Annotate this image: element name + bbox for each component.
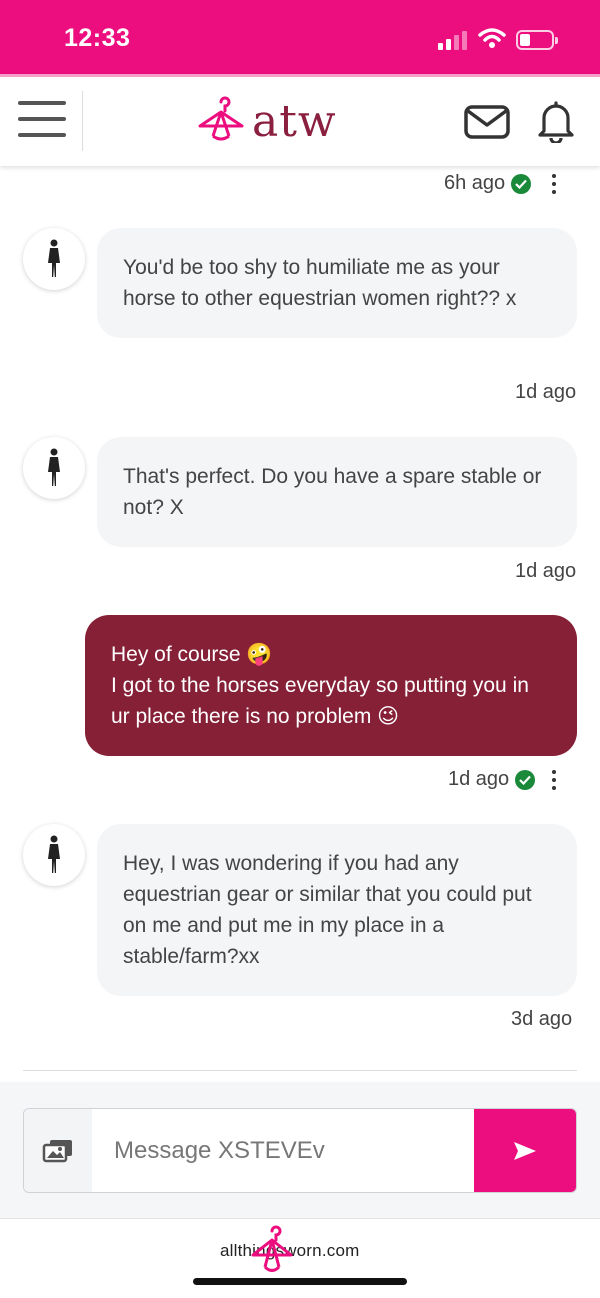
message-time: 6h ago bbox=[444, 172, 506, 194]
bell-icon[interactable] bbox=[536, 99, 576, 143]
message-time: 1d ago bbox=[515, 560, 577, 582]
cellular-signal-icon bbox=[438, 30, 468, 50]
message-options-icon[interactable] bbox=[551, 174, 557, 198]
status-bar: 12:33 bbox=[0, 0, 600, 74]
wifi-icon bbox=[478, 28, 506, 48]
message-meta: 6h ago bbox=[444, 172, 532, 195]
message-bubble-incoming: Hey, I was wondering if you had any eque… bbox=[97, 824, 577, 996]
send-arrow-icon bbox=[514, 1141, 536, 1160]
read-check-icon bbox=[515, 769, 536, 790]
header-divider bbox=[82, 91, 83, 151]
woman-figure-icon bbox=[48, 835, 60, 873]
app-header: atw bbox=[0, 74, 600, 166]
message-text: You'd be too shy to humiliate me as your… bbox=[123, 256, 517, 310]
hanger-logo-icon bbox=[198, 96, 244, 141]
message-text: Hey of course 🤪 I got to the horses ever… bbox=[111, 643, 529, 728]
message-time: 3d ago bbox=[511, 1008, 573, 1030]
chat-thread[interactable]: 6h ago You'd be too shy to humiliate me … bbox=[0, 166, 600, 1082]
avatar[interactable] bbox=[23, 824, 85, 886]
divider bbox=[23, 1070, 577, 1071]
woman-figure-icon bbox=[48, 239, 60, 277]
status-time: 12:33 bbox=[64, 24, 131, 52]
message-bubble-incoming: That's perfect. Do you have a spare stab… bbox=[97, 437, 577, 547]
send-button[interactable] bbox=[474, 1109, 576, 1192]
read-check-icon bbox=[511, 173, 532, 194]
site-logo[interactable]: atw bbox=[196, 93, 337, 149]
message-meta: 1d ago bbox=[448, 768, 536, 791]
message-options-icon[interactable] bbox=[551, 770, 557, 794]
home-indicator bbox=[193, 1278, 407, 1285]
hanger-logo-icon bbox=[251, 1225, 293, 1272]
battery-icon bbox=[516, 30, 558, 50]
menu-icon[interactable] bbox=[18, 101, 66, 141]
avatar[interactable] bbox=[23, 437, 85, 499]
message-text: Hey, I was wondering if you had any eque… bbox=[123, 852, 532, 968]
mail-icon[interactable] bbox=[464, 105, 510, 139]
message-bubble-outgoing: Hey of course 🤪 I got to the horses ever… bbox=[85, 615, 577, 756]
brand-wordmark: atw bbox=[252, 95, 337, 147]
footer-brand[interactable]: allthingsworn.com bbox=[220, 1225, 420, 1273]
message-bubble-incoming: You'd be too shy to humiliate me as your… bbox=[97, 228, 577, 338]
message-composer bbox=[23, 1108, 577, 1193]
scroll-fade bbox=[0, 1040, 600, 1082]
image-gallery-icon bbox=[42, 1139, 72, 1162]
message-time: 1d ago bbox=[515, 381, 577, 403]
woman-figure-icon bbox=[48, 448, 60, 486]
message-input[interactable] bbox=[114, 1109, 474, 1192]
footer: allthingsworn.com bbox=[0, 1219, 600, 1298]
message-time: 1d ago bbox=[448, 768, 510, 790]
attach-image-button[interactable] bbox=[24, 1109, 92, 1192]
message-text: That's perfect. Do you have a spare stab… bbox=[123, 465, 542, 519]
avatar[interactable] bbox=[23, 228, 85, 290]
